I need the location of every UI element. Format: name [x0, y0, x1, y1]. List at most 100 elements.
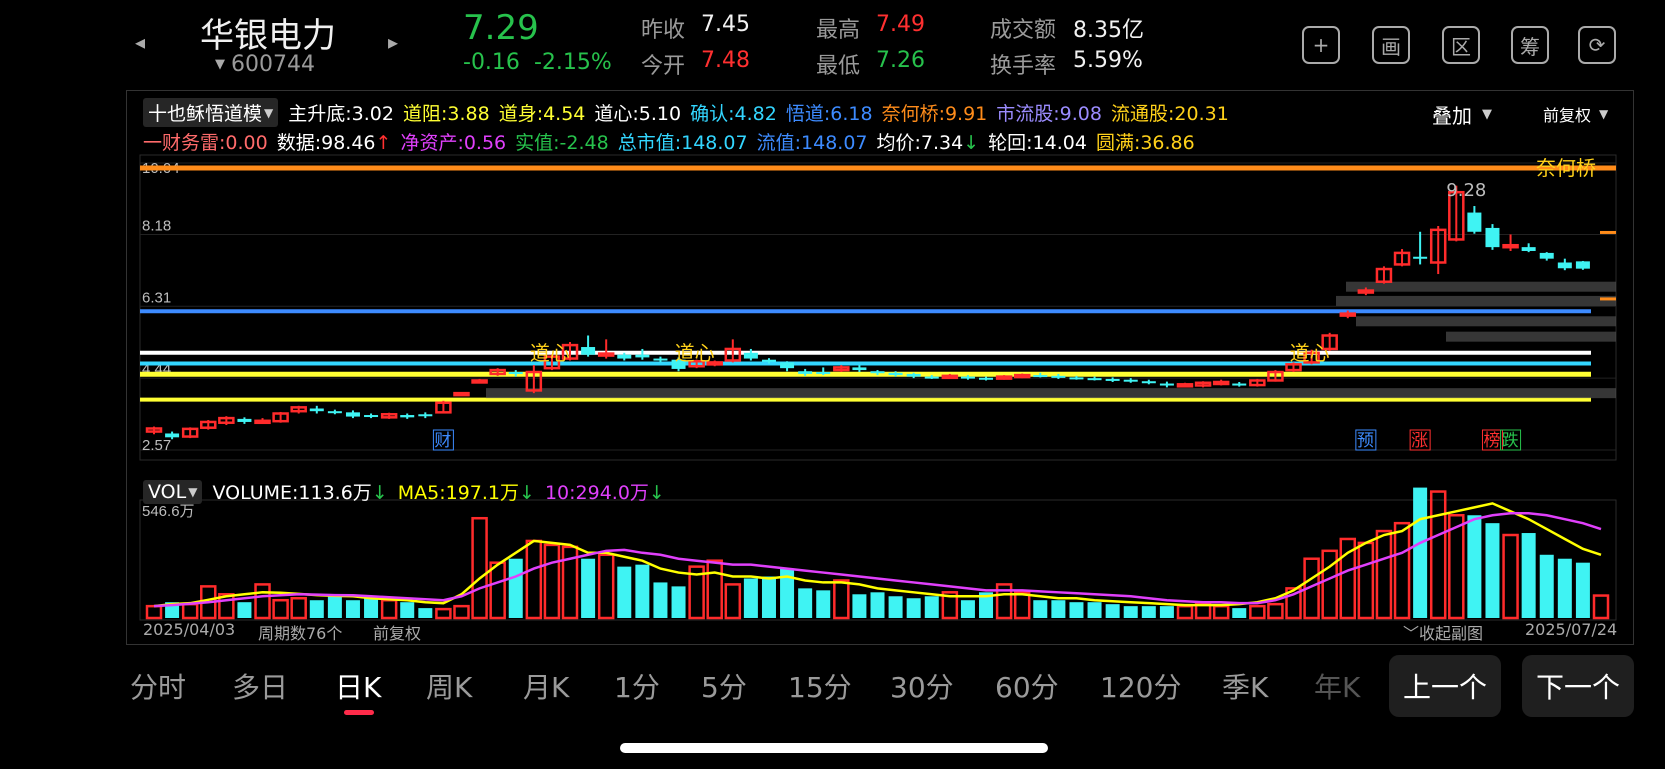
volume-indicator-selector[interactable]: VOL ▼ — [143, 479, 203, 504]
tab-5[interactable]: 1分 — [614, 666, 660, 706]
stat-label: 最高 — [816, 18, 861, 43]
collapse-subchart-label: 收起副图 — [1419, 624, 1484, 643]
home-indicator[interactable] — [620, 743, 1048, 753]
volume-bar — [1539, 554, 1554, 618]
tab-2[interactable]: 日K — [335, 666, 381, 706]
chart-bottom-bar: 2025/04/03 周期数76个 前复权 ﹀收起副图 2025/07/24 — [143, 620, 1618, 644]
candle-body — [597, 352, 615, 357]
stat-value: 7.49 — [876, 12, 925, 37]
candle-body — [743, 352, 758, 359]
candle-body — [1013, 373, 1031, 379]
candle-body — [653, 358, 668, 361]
active-tab-indicator — [344, 710, 374, 715]
volume-bar — [543, 543, 561, 620]
volume-bar — [1321, 549, 1338, 620]
tab-1[interactable]: 多日 — [232, 666, 288, 706]
previous-stock-label: 上一个 — [1402, 671, 1487, 704]
volume-bar — [597, 553, 615, 620]
volume-selector-label: VOL — [148, 480, 187, 503]
volume-bar — [181, 602, 199, 620]
event-marker: 榜 — [1483, 431, 1500, 451]
price-change: -0.16 — [463, 50, 520, 75]
volume-bar — [1123, 606, 1138, 618]
chart-annotation: 道心 — [530, 341, 570, 365]
volume-bar — [1393, 521, 1411, 620]
tab-3[interactable]: 周K — [426, 666, 472, 706]
volume-bar — [1485, 523, 1500, 618]
down-arrow-icon: ↓ — [371, 482, 388, 504]
candlestick-chart[interactable]: 10.048.186.314.442.57道心道心道心奈何桥9.28财预涨榜跌5… — [126, 90, 1634, 645]
next-stock-arrow-icon[interactable]: ▸ — [388, 30, 398, 54]
volume-bar — [1375, 529, 1393, 620]
y-tick-label: 6.31 — [142, 289, 171, 306]
volume-bar — [1557, 558, 1572, 618]
candle-body — [1521, 247, 1536, 251]
candle-body — [1141, 381, 1156, 384]
tab-7[interactable]: 15分 — [788, 666, 852, 706]
previous-stock-button[interactable]: 上一个 — [1389, 655, 1501, 717]
volume-ma-line — [153, 512, 1602, 608]
down-arrow-icon: ↓ — [648, 482, 665, 504]
volume-bar — [1013, 591, 1031, 620]
stat-value: 7.45 — [701, 12, 750, 37]
tab-4[interactable]: 月K — [523, 666, 569, 706]
volume-bar — [1033, 600, 1048, 618]
candle-body — [852, 367, 867, 371]
volume-bar — [1105, 604, 1120, 618]
volume-legend-item: MA5:197.1万↓ — [398, 478, 535, 505]
stat-label: 今开 — [641, 54, 686, 79]
chevron-down-icon[interactable]: ▼ — [215, 57, 225, 72]
candle-body — [906, 373, 921, 377]
stat-value: 5.59% — [1073, 48, 1143, 73]
chevron-down-icon: ﹀ — [1403, 624, 1420, 643]
candle-body — [418, 414, 433, 417]
volume-bar — [888, 596, 903, 618]
tab-0[interactable]: 分时 — [130, 666, 186, 706]
next-stock-button[interactable]: 下一个 — [1522, 655, 1634, 717]
tab-10[interactable]: 120分 — [1100, 666, 1181, 706]
volume-bar — [400, 602, 415, 618]
volume-bar — [816, 590, 831, 618]
tab-9[interactable]: 60分 — [995, 666, 1059, 706]
tab-12[interactable]: 年K — [1314, 666, 1360, 706]
price-change-row: -0.16 -2.15% — [463, 50, 612, 75]
chips-icon[interactable]: 筹 — [1511, 26, 1549, 64]
rotate-icon[interactable]: ⟳ — [1578, 26, 1616, 64]
stat-value: 7.26 — [876, 48, 925, 73]
volume-bar — [1249, 604, 1266, 620]
zone-icon[interactable]: 区 — [1442, 26, 1480, 64]
volume-bar — [924, 596, 939, 618]
picture-icon[interactable]: 画 — [1372, 26, 1410, 64]
volume-bar — [906, 598, 921, 618]
candle-body — [1467, 212, 1482, 232]
chart-annotation: 道心 — [1290, 341, 1330, 365]
stat-label: 成交额 — [990, 18, 1057, 43]
previous-stock-arrow-icon[interactable]: ◂ — [135, 30, 145, 54]
volume-bar — [1521, 533, 1536, 618]
volume-bar — [1413, 487, 1428, 618]
volume-bar — [145, 604, 163, 620]
tab-6[interactable]: 5分 — [701, 666, 747, 706]
volume-bar — [833, 579, 850, 620]
tab-11[interactable]: 季K — [1222, 666, 1268, 706]
collapse-subchart-button[interactable]: ﹀收起副图 — [1403, 620, 1483, 644]
volume-bar — [272, 598, 289, 620]
tab-8[interactable]: 30分 — [890, 666, 954, 706]
candle-body — [1123, 379, 1138, 382]
volume-bar — [635, 564, 650, 618]
candle-body — [1212, 380, 1230, 386]
stock-code-row[interactable]: ▼ 600744 — [215, 52, 315, 77]
candle-body — [1557, 262, 1572, 269]
volume-bar — [1429, 490, 1447, 620]
candle-body — [1105, 378, 1120, 381]
plus-icon[interactable]: + — [1302, 26, 1340, 64]
event-marker: 涨 — [1411, 431, 1428, 451]
chevron-down-icon[interactable]: ▼ — [188, 485, 197, 499]
candle-body — [165, 433, 180, 438]
volume-bar — [471, 516, 488, 620]
stat-value: 8.35亿 — [1073, 18, 1144, 43]
next-stock-label: 下一个 — [1535, 671, 1620, 704]
volume-bar — [1357, 541, 1375, 620]
volume-bar — [852, 594, 867, 618]
volume-bar — [380, 598, 398, 620]
